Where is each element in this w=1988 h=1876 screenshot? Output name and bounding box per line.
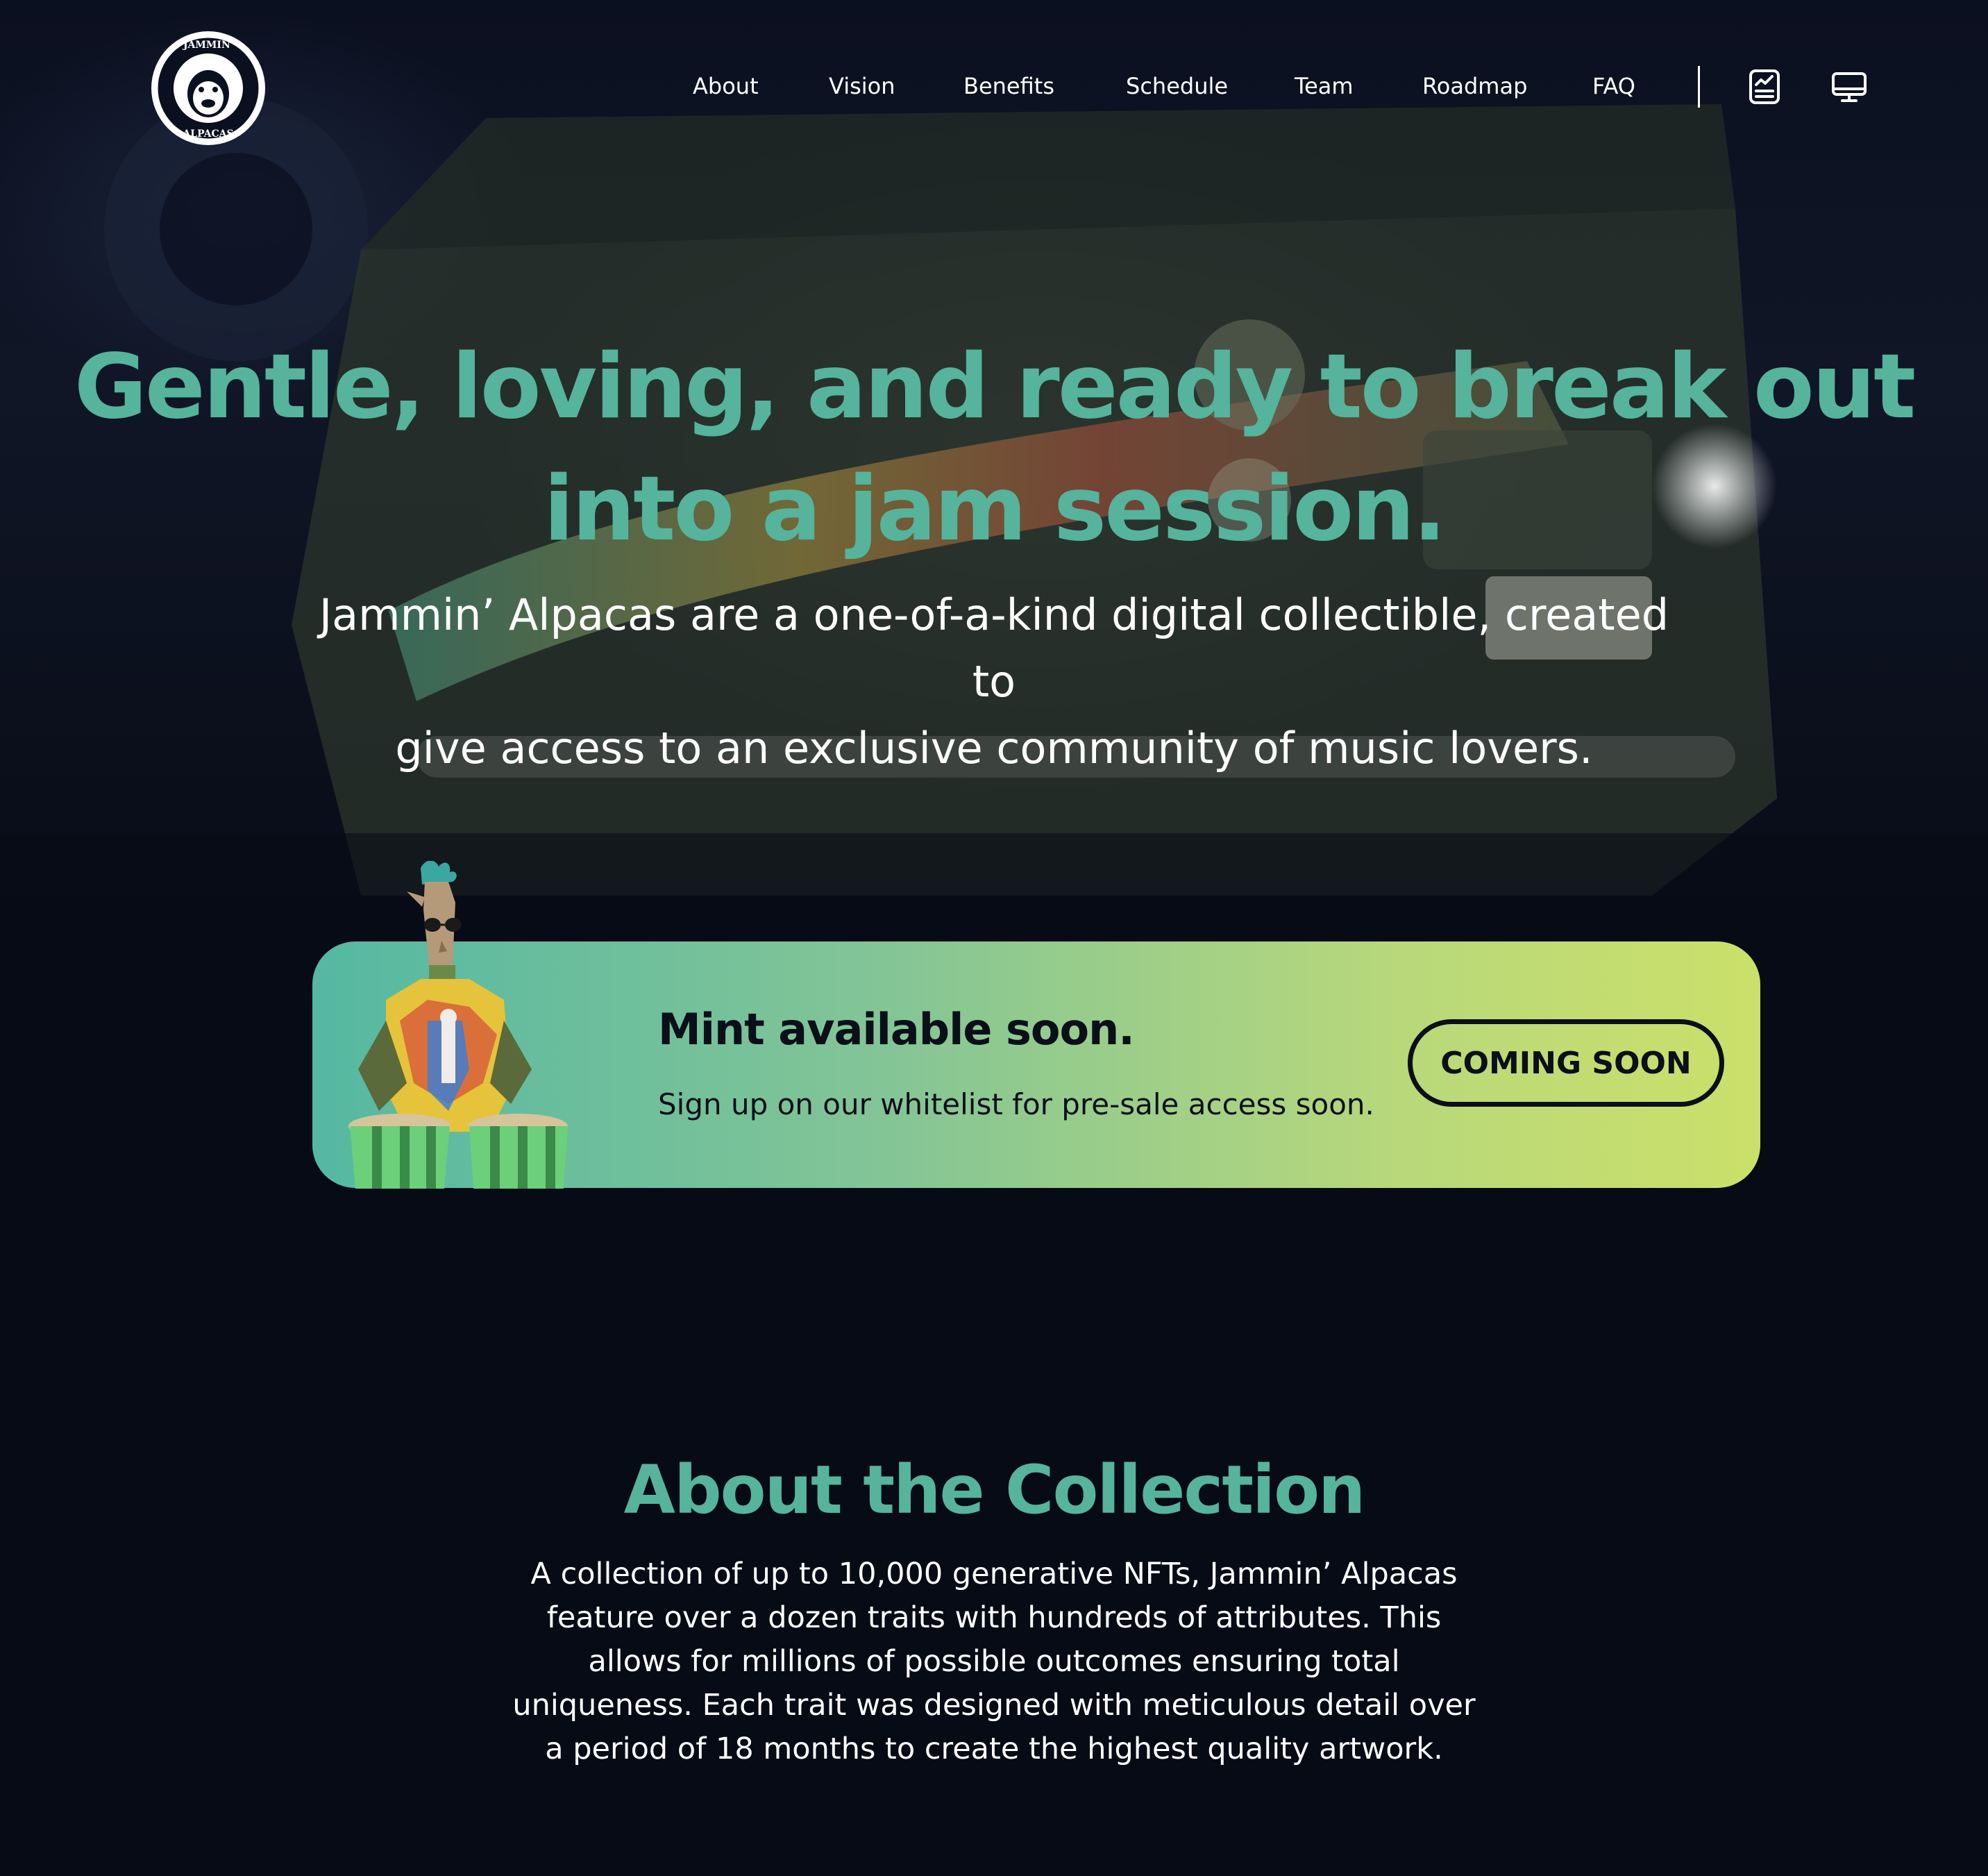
hero-description-line-2: give access to an exclusive community of… <box>395 723 1593 773</box>
hero-description-line-1: Jammin’ Alpacas are a one-of-a-kind digi… <box>319 589 1669 707</box>
nav-divider <box>1698 66 1700 108</box>
about-section-text: A collection of up to 10,000 generative … <box>512 1557 1476 1766</box>
nav-link-faq[interactable]: FAQ <box>1592 67 1635 106</box>
coming-soon-button[interactable]: COMING SOON <box>1408 1019 1724 1107</box>
desktop-app-icon[interactable] <box>1830 68 1868 106</box>
hero-section: JAMMIN' ALPACAS About Vision Benefits Sc… <box>0 0 1988 958</box>
mint-description: Sign up on our whitelist for pre-sale ac… <box>658 1087 1374 1121</box>
hero-headline-line-1: Gentle, loving, and ready to break out <box>74 335 1916 439</box>
hero-description: Jammin’ Alpacas are a one-of-a-kind digi… <box>305 582 1683 782</box>
svg-text:JAMMIN': JAMMIN' <box>182 40 233 51</box>
about-section-title: About the Collection <box>623 1451 1366 1529</box>
nav-link-schedule[interactable]: Schedule <box>1126 67 1228 106</box>
mint-title: Mint available soon. <box>658 1004 1135 1055</box>
svg-text:ALPACAS: ALPACAS <box>182 128 233 140</box>
main-navigation: About Vision Benefits Schedule Team Road… <box>0 67 1988 106</box>
hero-headline: Gentle, loving, and ready to break out i… <box>0 326 1988 571</box>
nav-link-about[interactable]: About <box>693 67 759 106</box>
nav-link-benefits[interactable]: Benefits <box>963 67 1054 106</box>
whitepaper-chart-icon[interactable] <box>1746 68 1783 106</box>
nav-link-team[interactable]: Team <box>1295 67 1354 106</box>
drumming-alpaca-illustration <box>344 860 615 1189</box>
hero-headline-line-2: into a jam session. <box>544 458 1447 561</box>
nav-link-roadmap[interactable]: Roadmap <box>1422 67 1527 106</box>
nav-link-vision[interactable]: Vision <box>829 67 895 106</box>
